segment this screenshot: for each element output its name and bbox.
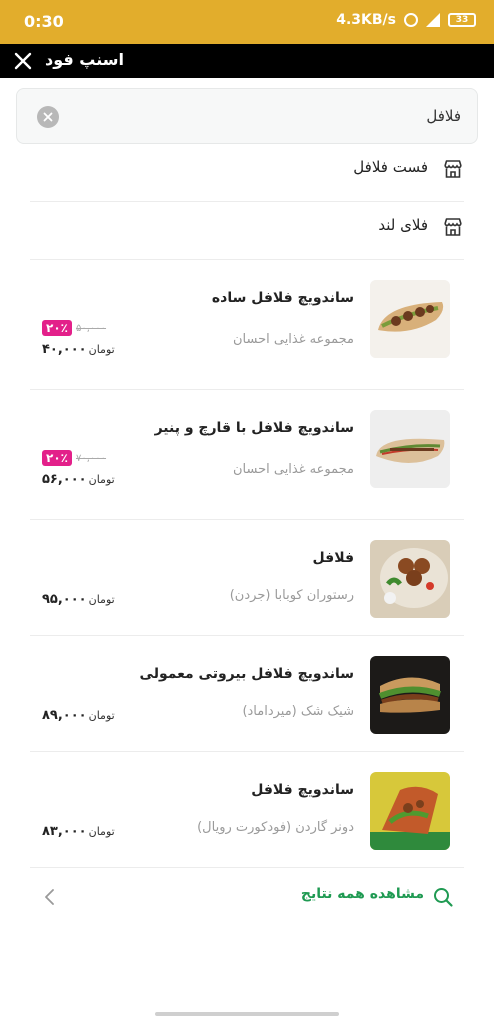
search-input[interactable] bbox=[81, 89, 461, 143]
price-unit: تومان bbox=[88, 709, 115, 722]
product-name: فلافل bbox=[312, 550, 354, 566]
see-all-results-button[interactable]: مشاهده همه نتایج bbox=[30, 872, 464, 924]
product-image bbox=[370, 540, 450, 618]
sandwich-image bbox=[370, 656, 450, 734]
price-unit: تومان bbox=[88, 343, 115, 356]
price-block: ۲۰٪ ۷۰,۰۰۰ تومان ۵۶,۰۰۰ bbox=[42, 450, 115, 487]
close-icon bbox=[14, 52, 32, 70]
store-icon bbox=[444, 218, 462, 236]
status-icons: 4.3KB/s 33 bbox=[336, 12, 476, 28]
discount-line: ۲۰٪ ۷۰,۰۰۰ bbox=[42, 450, 115, 466]
product-result-beiruti-falafel[interactable]: ساندویچ فلافل بیروتی معمولی شیک شک (میرد… bbox=[30, 636, 464, 752]
status-bar: 0:30 4.3KB/s 33 bbox=[0, 0, 494, 44]
alarm-icon bbox=[404, 13, 418, 27]
product-vendor: دونر گاردن (فودکورت رویال) bbox=[197, 820, 354, 835]
price-line: تومان ۸۹,۰۰۰ bbox=[42, 708, 115, 723]
app-title: اسنپ فود bbox=[45, 50, 124, 69]
vendor-result-fast-falafel[interactable]: فست فلافل bbox=[30, 144, 464, 202]
product-result-falafel[interactable]: فلافل رستوران کوبابا (جردن) تومان ۹۵,۰۰۰ bbox=[30, 520, 464, 636]
vendor-name: فلای لند bbox=[378, 216, 428, 234]
discount-badge: ۲۰٪ bbox=[42, 450, 72, 466]
clear-icon bbox=[43, 112, 53, 122]
price-value: ۸۳,۰۰۰ bbox=[42, 824, 87, 839]
price-block: ۲۰٪ ۵۰,۰۰۰ تومان ۴۰,۰۰۰ bbox=[42, 320, 115, 357]
product-vendor: مجموعه غذایی احسان bbox=[232, 332, 354, 347]
sandwich-image bbox=[370, 772, 450, 850]
price-block: تومان ۹۵,۰۰۰ bbox=[42, 592, 115, 607]
price-unit: تومان bbox=[88, 593, 115, 606]
product-result-simple-falafel-sandwich[interactable]: ساندویچ فلافل ساده مجموعه غذایی احسان ۲۰… bbox=[30, 260, 464, 390]
discount-badge: ۲۰٪ bbox=[42, 320, 72, 336]
vendor-result-fly-land[interactable]: فلای لند bbox=[30, 202, 464, 260]
product-image bbox=[370, 772, 450, 850]
home-indicator[interactable] bbox=[155, 1012, 339, 1016]
price-line: تومان ۸۳,۰۰۰ bbox=[42, 824, 115, 839]
price-line: تومان ۹۵,۰۰۰ bbox=[42, 592, 115, 607]
falafel-plate-image bbox=[370, 540, 450, 618]
search-icon bbox=[434, 888, 453, 907]
product-image bbox=[370, 656, 450, 734]
price-value: ۹۵,۰۰۰ bbox=[42, 592, 87, 607]
product-name: ساندویچ فلافل با قارچ و پنیر bbox=[154, 420, 354, 436]
chevron-left-icon bbox=[45, 889, 54, 905]
product-vendor: مجموعه غذایی احسان bbox=[232, 462, 354, 477]
signal-icon bbox=[426, 13, 440, 27]
old-price: ۵۰,۰۰۰ bbox=[75, 322, 107, 334]
sandwich-image bbox=[370, 280, 450, 358]
status-time: 0:30 bbox=[24, 12, 64, 31]
product-result-falafel-mushroom-cheese[interactable]: ساندویچ فلافل با قارچ و پنیر مجموعه غذای… bbox=[30, 390, 464, 520]
product-name: ساندویچ فلافل بیروتی معمولی bbox=[139, 666, 354, 682]
price-block: تومان ۸۹,۰۰۰ bbox=[42, 708, 115, 723]
product-result-falafel-sandwich[interactable]: ساندویچ فلافل دونر گاردن (فودکورت رویال)… bbox=[30, 752, 464, 868]
close-button[interactable] bbox=[10, 48, 36, 74]
product-vendor: رستوران کوبابا (جردن) bbox=[229, 588, 354, 603]
discount-line: ۲۰٪ ۵۰,۰۰۰ bbox=[42, 320, 115, 336]
product-name: ساندویچ فلافل bbox=[251, 782, 354, 798]
title-bar: اسنپ فود bbox=[0, 44, 494, 78]
search-box bbox=[16, 88, 478, 144]
price-value: ۴۰,۰۰۰ bbox=[42, 342, 87, 357]
price-line: تومان ۵۶,۰۰۰ bbox=[42, 472, 115, 487]
old-price: ۷۰,۰۰۰ bbox=[75, 452, 107, 464]
battery-level: 33 bbox=[455, 15, 469, 25]
price-line: تومان ۴۰,۰۰۰ bbox=[42, 342, 115, 357]
battery-icon: 33 bbox=[448, 13, 476, 27]
see-all-label: مشاهده همه نتایج bbox=[300, 886, 424, 902]
clear-search-button[interactable] bbox=[37, 106, 59, 128]
network-speed: 4.3KB/s bbox=[336, 12, 396, 28]
store-icon bbox=[444, 160, 462, 178]
vendor-name: فست فلافل bbox=[353, 158, 428, 176]
price-unit: تومان bbox=[88, 473, 115, 486]
price-block: تومان ۸۳,۰۰۰ bbox=[42, 824, 115, 839]
product-name: ساندویچ فلافل ساده bbox=[211, 290, 354, 306]
product-image bbox=[370, 280, 450, 358]
product-image bbox=[370, 410, 450, 488]
price-value: ۵۶,۰۰۰ bbox=[42, 472, 87, 487]
price-value: ۸۹,۰۰۰ bbox=[42, 708, 87, 723]
product-vendor: شیک شک (میرداماد) bbox=[242, 704, 354, 719]
sandwich-image bbox=[370, 410, 450, 488]
price-unit: تومان bbox=[88, 825, 115, 838]
